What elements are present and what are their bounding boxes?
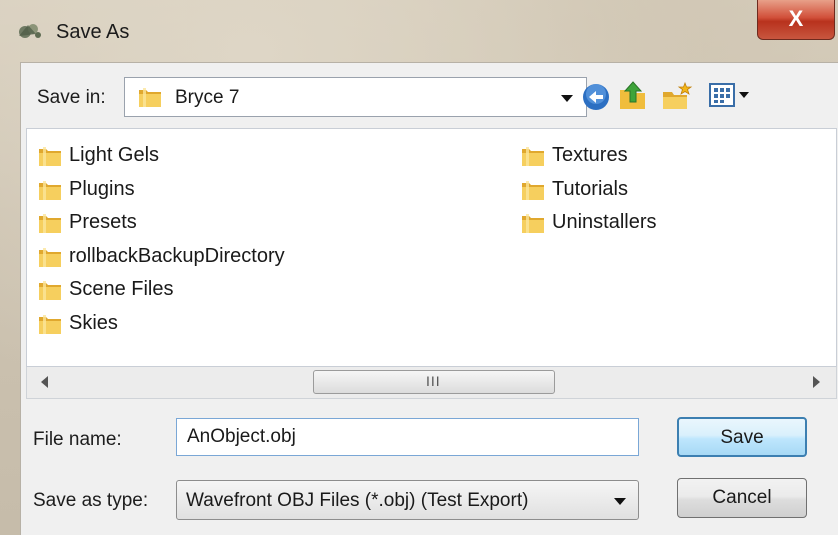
- folder-icon: [37, 143, 63, 169]
- close-icon: X: [788, 6, 804, 31]
- folder-name: Scene Files: [69, 278, 174, 301]
- folder-icon: [37, 210, 63, 236]
- folder-name: Presets: [69, 211, 137, 234]
- folder-name: Tutorials: [552, 177, 628, 200]
- title-bar[interactable]: Save As X: [0, 0, 838, 62]
- folder-name: rollbackBackupDirectory: [69, 244, 285, 267]
- file-name-label: File name:: [33, 429, 122, 450]
- folder-name: Plugins: [69, 177, 135, 200]
- save-as-type-value: Wavefront OBJ Files (*.obj) (Test Export…: [186, 490, 529, 511]
- save-in-dropdown[interactable]: Bryce 7: [124, 77, 587, 117]
- folder-name: Textures: [552, 144, 628, 166]
- cancel-button[interactable]: Cancel: [677, 478, 807, 518]
- close-button[interactable]: X: [757, 0, 835, 40]
- window-title: Save As: [56, 21, 130, 43]
- horizontal-scrollbar[interactable]: III: [26, 367, 837, 399]
- save-in-label: Save in:: [37, 87, 106, 108]
- back-icon[interactable]: [581, 82, 611, 117]
- chevron-down-icon: [614, 498, 626, 505]
- file-name-input[interactable]: [176, 418, 639, 456]
- folder-name: Skies: [69, 312, 118, 334]
- folder-icon: [37, 244, 63, 270]
- dialog-icon: [16, 20, 44, 42]
- folder-icon: [520, 143, 546, 169]
- save-as-type-label: Save as type:: [33, 490, 149, 511]
- dialog-body: Save in: Bryce 7 Light Gels Plugins Pres…: [20, 62, 838, 535]
- save-as-type-dropdown[interactable]: Wavefront OBJ Files (*.obj) (Test Export…: [176, 480, 639, 520]
- folder-name: Light Gels: [69, 144, 160, 166]
- scroll-thumb[interactable]: III: [313, 370, 555, 394]
- folder-icon: [37, 311, 63, 337]
- scroll-grip-icon: III: [426, 373, 441, 389]
- folder-icon: [37, 177, 63, 203]
- scroll-left-icon[interactable]: [41, 376, 48, 388]
- scroll-right-icon[interactable]: [813, 376, 820, 388]
- folder-name: Uninstallers: [552, 211, 657, 234]
- save-in-value: Bryce 7: [175, 87, 240, 108]
- new-folder-icon[interactable]: [661, 80, 693, 117]
- dialog-window: Save As X Save in: Bryce 7 Light Gels Pl…: [0, 0, 838, 535]
- folder-icon: [520, 210, 546, 236]
- folder-icon: [37, 277, 63, 303]
- file-list[interactable]: Light Gels Plugins Presets rollbackBackupDi…: [26, 128, 837, 367]
- up-folder-icon[interactable]: [617, 80, 649, 117]
- views-menu-icon[interactable]: [709, 82, 753, 115]
- save-button[interactable]: Save: [677, 417, 807, 457]
- chevron-down-icon: [561, 95, 573, 102]
- folder-icon: [520, 177, 546, 203]
- folder-icon: [137, 84, 163, 110]
